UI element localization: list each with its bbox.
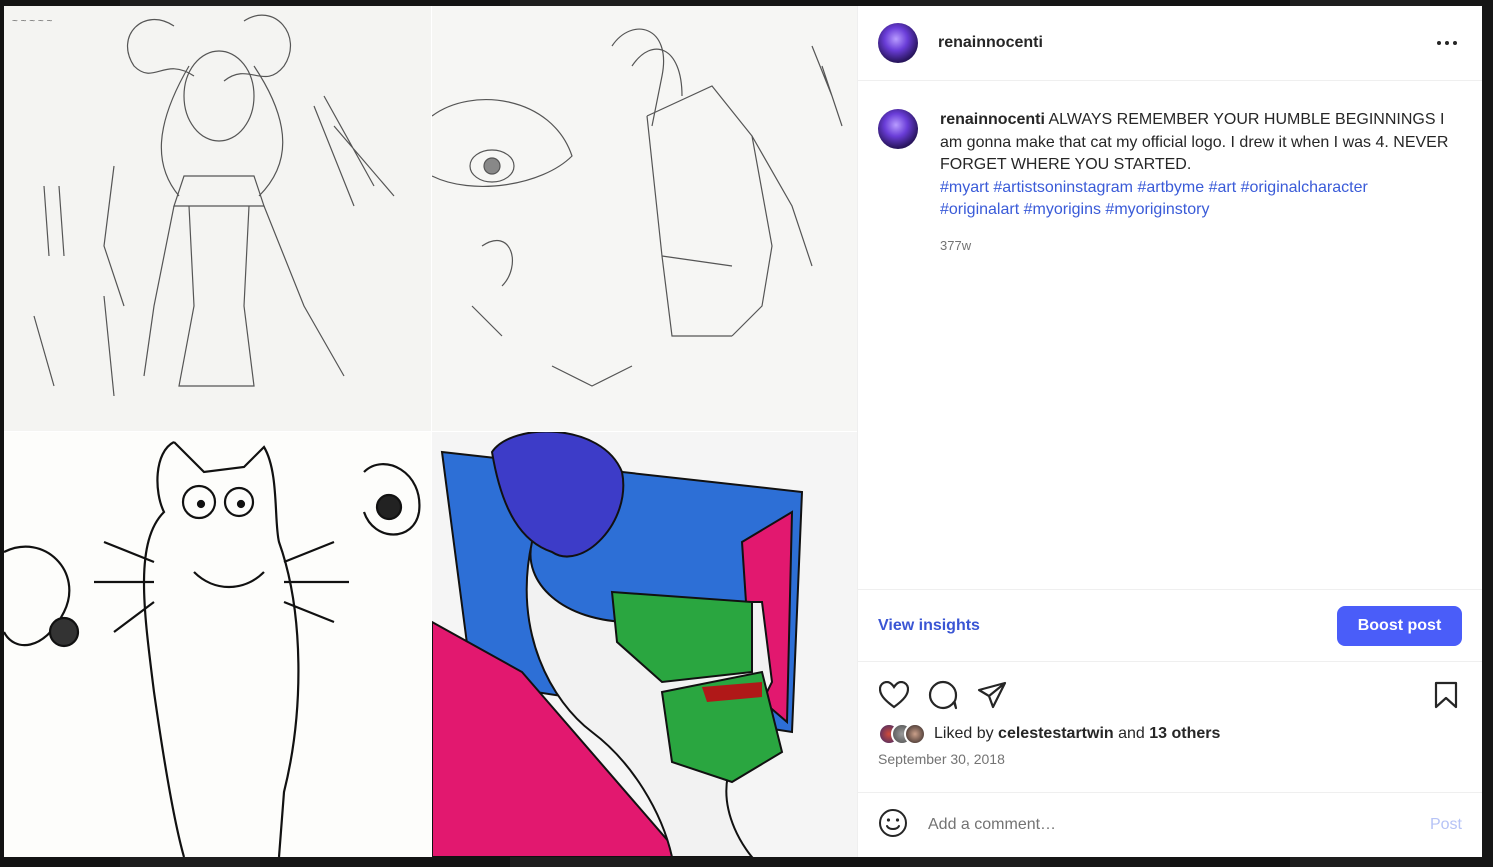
caption-age[interactable]: 377w (940, 235, 1450, 258)
sketch-panel-figure (432, 6, 857, 431)
hashtag-link[interactable]: #artistsoninstagram (993, 179, 1133, 196)
bookmark-icon[interactable] (1430, 679, 1462, 711)
comment-input[interactable]: Add a comment… (928, 816, 1430, 834)
caption-avatar[interactable] (878, 109, 918, 149)
insights-bar: View insights Boost post (858, 589, 1482, 661)
liker-username[interactable]: celestestartwin (998, 725, 1114, 742)
post-comment-button[interactable]: Post (1430, 816, 1462, 834)
comment-bar: Add a comment… Post (858, 792, 1482, 857)
hashtag-link[interactable]: #originalcharacter (1241, 179, 1368, 196)
post-caption: renainnocenti ALWAYS REMEMBER YOUR HUMBL… (858, 81, 1482, 589)
view-insights-link[interactable]: View insights (878, 617, 980, 635)
post-media[interactable]: ~ ~ ~ ~ ~ (4, 6, 857, 857)
drawing-panel-sleeping (432, 432, 857, 857)
comment-icon[interactable] (927, 679, 959, 711)
caption-text: renainnocenti ALWAYS REMEMBER YOUR HUMBL… (940, 109, 1450, 222)
hashtag-link[interactable]: #art (1209, 179, 1237, 196)
more-icon[interactable] (1432, 28, 1462, 58)
heart-icon[interactable] (878, 679, 910, 711)
avatar[interactable] (878, 23, 918, 63)
likes-prefix: Liked by (934, 725, 994, 742)
emoji-icon[interactable] (878, 808, 908, 843)
liker-avatar[interactable] (904, 723, 926, 745)
sketch-note: ~ ~ ~ ~ ~ (12, 16, 52, 27)
share-icon[interactable] (976, 679, 1008, 711)
post-header: renainnocenti (858, 6, 1482, 81)
post-modal: ~ ~ ~ ~ ~ renainnocenti renainnocenti AL… (4, 6, 1482, 857)
likes-text[interactable]: Liked by celestestartwin and 13 others (934, 725, 1220, 743)
hashtag-link[interactable]: #originalart (940, 201, 1019, 218)
drawing-panel-cat (4, 432, 431, 857)
hashtag-link[interactable]: #artbyme (1137, 179, 1204, 196)
post-sidebar: renainnocenti renainnocenti ALWAYS REMEM… (857, 6, 1482, 857)
hashtag-link[interactable]: #myorigins (1024, 201, 1101, 218)
likes-summary: Liked by celestestartwin and 13 others (878, 723, 1462, 745)
post-date[interactable]: September 30, 2018 (878, 751, 1462, 767)
caption-username[interactable]: renainnocenti (940, 111, 1045, 128)
username-link[interactable]: renainnocenti (938, 34, 1043, 52)
likes-conjunction: and (1118, 725, 1145, 742)
hashtag-link[interactable]: #myoriginstory (1105, 201, 1209, 218)
hashtag-link[interactable]: #myart (940, 179, 989, 196)
boost-post-button[interactable]: Boost post (1337, 605, 1462, 646)
sketch-panel-character: ~ ~ ~ ~ ~ (4, 6, 431, 431)
post-actions: Liked by celestestartwin and 13 others S… (858, 661, 1482, 792)
likes-others-link[interactable]: 13 others (1149, 725, 1220, 742)
